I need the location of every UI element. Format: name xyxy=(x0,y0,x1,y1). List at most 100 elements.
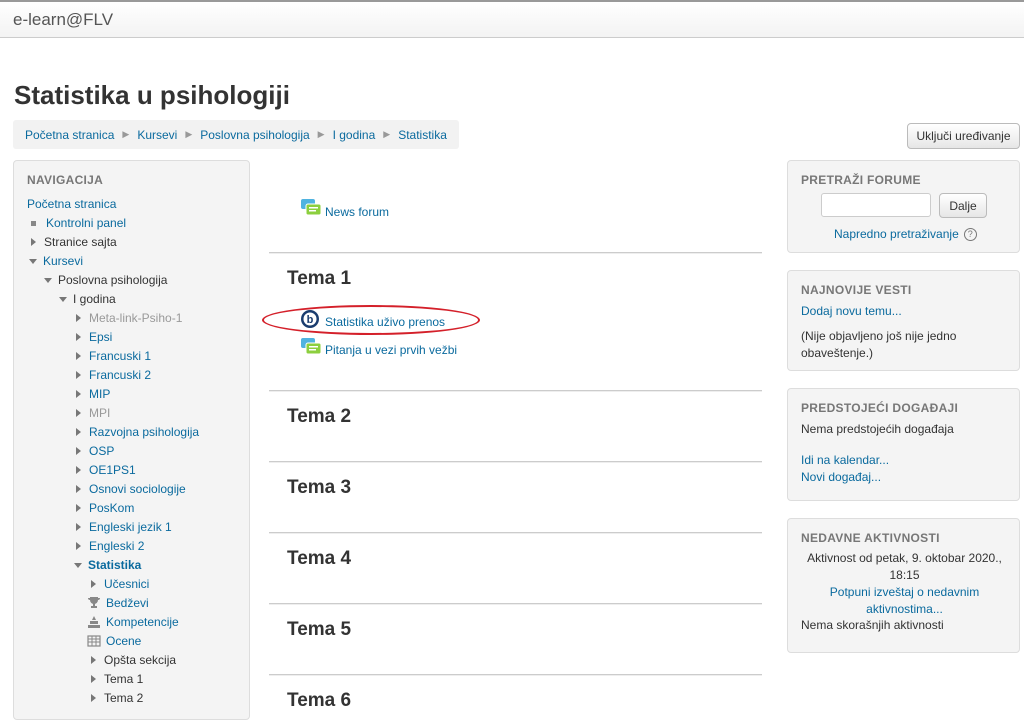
nav-course-item[interactable]: Meta-link-Psiho-1 xyxy=(76,310,182,326)
collapse-arrow-icon[interactable] xyxy=(44,277,52,283)
expand-arrow-icon[interactable] xyxy=(76,352,81,360)
help-icon[interactable]: ? xyxy=(963,228,977,242)
full-report-link[interactable]: aktivnostima... xyxy=(866,602,943,616)
nav-item-label[interactable]: I godina xyxy=(73,292,116,306)
nav-current-course[interactable]: Statistika xyxy=(74,557,141,573)
expand-arrow-icon[interactable] xyxy=(31,238,36,246)
nav-item-label[interactable]: Engleski jezik 1 xyxy=(89,520,172,534)
expand-arrow-icon[interactable] xyxy=(76,333,81,341)
nav-item-label[interactable]: Meta-link-Psiho-1 xyxy=(89,311,182,325)
nav-course-item[interactable]: Engleski 2 xyxy=(76,538,144,554)
nav-item-label[interactable]: MIP xyxy=(89,387,110,401)
nav-item-label[interactable]: Kontrolni panel xyxy=(46,216,126,230)
nav-course-item[interactable]: Osnovi sociologije xyxy=(76,481,186,497)
nav-participants[interactable]: Učesnici xyxy=(91,576,149,592)
nav-item-label[interactable]: Kursevi xyxy=(43,254,83,268)
nav-section-topic-2[interactable]: Tema 2 xyxy=(91,690,143,706)
collapse-arrow-icon[interactable] xyxy=(74,562,82,568)
page-title: Statistika u psihologiji xyxy=(14,80,290,110)
expand-arrow-icon[interactable] xyxy=(76,428,81,436)
expand-arrow-icon[interactable] xyxy=(76,485,81,493)
nav-course-item[interactable]: Razvojna psihologija xyxy=(76,424,199,440)
nav-course-item[interactable]: OE1PS1 xyxy=(76,462,136,478)
nav-course-item[interactable]: Francuski 2 xyxy=(76,367,151,383)
nav-section-topic-1[interactable]: Tema 1 xyxy=(91,671,143,687)
full-report-link[interactable]: Potpuni izveštaj o nedavnim xyxy=(830,585,979,599)
nav-course-item[interactable]: MIP xyxy=(76,386,110,402)
nav-item-label[interactable]: OE1PS1 xyxy=(89,463,136,477)
nav-item-label[interactable]: Francuski 1 xyxy=(89,349,151,363)
breadcrumb-year[interactable]: I godina xyxy=(333,128,376,142)
activity-forum-link[interactable]: Pitanja u vezi prvih vežbi xyxy=(325,343,457,357)
nav-item-label[interactable]: Engleski 2 xyxy=(89,539,144,553)
breadcrumb-course[interactable]: Statistika xyxy=(398,128,447,142)
new-event-link[interactable]: Novi događaj... xyxy=(801,469,881,486)
news-forum-link[interactable]: News forum xyxy=(325,205,389,219)
nav-item-label[interactable]: Kompetencije xyxy=(106,615,179,629)
nav-item-label[interactable]: Statistika xyxy=(88,558,141,572)
expand-arrow-icon[interactable] xyxy=(91,580,96,588)
expand-arrow-icon[interactable] xyxy=(76,314,81,322)
expand-arrow-icon[interactable] xyxy=(76,542,81,550)
expand-arrow-icon[interactable] xyxy=(76,523,81,531)
nav-item-label[interactable]: Osnovi sociologije xyxy=(89,482,186,496)
nav-category-business-psychology[interactable]: Poslovna psihologija xyxy=(44,272,167,288)
breadcrumb-category[interactable]: Poslovna psihologija xyxy=(200,128,309,142)
nav-course-item[interactable]: MPI xyxy=(76,405,110,421)
nav-course-item[interactable]: OSP xyxy=(76,443,114,459)
go-to-calendar-link[interactable]: Idi na kalendar... xyxy=(801,452,889,469)
no-news-text: (Nije objavljeno još nije jedno obavešte… xyxy=(801,328,956,362)
nav-course-item[interactable]: PosKom xyxy=(76,500,134,516)
search-go-button[interactable]: Dalje xyxy=(939,193,987,218)
nav-category-first-year[interactable]: I godina xyxy=(59,291,116,307)
nav-dashboard[interactable]: Kontrolni panel xyxy=(31,215,126,231)
nav-course-item[interactable]: Francuski 1 xyxy=(76,348,151,364)
nav-item-label[interactable]: PosKom xyxy=(89,501,134,515)
nav-item-label[interactable]: Ocene xyxy=(106,634,141,648)
nav-badges[interactable]: Bedževi xyxy=(87,595,149,611)
forum-search-input[interactable] xyxy=(821,193,931,217)
nav-item-label[interactable]: OSP xyxy=(89,444,114,458)
nav-section-general[interactable]: Opšta sekcija xyxy=(91,652,176,668)
nav-item-label[interactable]: Tema 2 xyxy=(104,691,143,705)
add-new-topic-link[interactable]: Dodaj novu temu... xyxy=(801,303,902,320)
nav-item-label[interactable]: Epsi xyxy=(89,330,112,344)
nav-course-item[interactable]: Engleski jezik 1 xyxy=(76,519,172,535)
latest-news-block: NAJNOVIJE VESTI Dodaj novu temu... (Nije… xyxy=(787,270,1020,371)
nav-item-label[interactable]: Poslovna psihologija xyxy=(58,273,167,287)
breadcrumb-home[interactable]: Početna stranica xyxy=(25,128,114,142)
nav-item-label[interactable]: Učesnici xyxy=(104,577,149,591)
nav-item-label[interactable]: Bedževi xyxy=(106,596,149,610)
nav-competencies[interactable]: Kompetencije xyxy=(87,614,179,630)
nav-grades[interactable]: Ocene xyxy=(87,633,141,649)
collapse-arrow-icon[interactable] xyxy=(29,258,37,264)
nav-item-label[interactable]: MPI xyxy=(89,406,110,420)
turn-editing-on-button[interactable]: Uključi uređivanje xyxy=(907,123,1020,149)
expand-arrow-icon[interactable] xyxy=(76,447,81,455)
nav-item-label[interactable]: Stranice sajta xyxy=(44,235,117,249)
advanced-search-link[interactable]: Napredno pretraživanje xyxy=(834,227,959,241)
no-news-line: (Nije objavljeno još nije jedno xyxy=(801,329,957,343)
section-divider xyxy=(269,252,762,253)
expand-arrow-icon[interactable] xyxy=(76,390,81,398)
expand-arrow-icon[interactable] xyxy=(76,409,81,417)
collapse-arrow-icon[interactable] xyxy=(59,296,67,302)
nav-item-label[interactable]: Početna stranica xyxy=(27,197,116,211)
expand-arrow-icon[interactable] xyxy=(91,694,96,702)
breadcrumb-courses[interactable]: Kursevi xyxy=(137,128,177,142)
nav-courses[interactable]: Kursevi xyxy=(29,253,83,269)
nav-site-pages[interactable]: Stranice sajta xyxy=(31,234,117,250)
activity-live-stream-link[interactable]: Statistika uživo prenos xyxy=(325,315,445,329)
expand-arrow-icon[interactable] xyxy=(91,656,96,664)
expand-arrow-icon[interactable] xyxy=(91,675,96,683)
nav-item-label[interactable]: Francuski 2 xyxy=(89,368,151,382)
expand-arrow-icon[interactable] xyxy=(76,371,81,379)
nav-item-label[interactable]: Razvojna psihologija xyxy=(89,425,199,439)
nav-item-label[interactable]: Tema 1 xyxy=(104,672,143,686)
expand-arrow-icon[interactable] xyxy=(76,466,81,474)
nav-course-item[interactable]: Epsi xyxy=(76,329,112,345)
site-brand[interactable]: e-learn@FLV xyxy=(13,10,113,30)
expand-arrow-icon[interactable] xyxy=(76,504,81,512)
nav-item-label[interactable]: Opšta sekcija xyxy=(104,653,176,667)
nav-home[interactable]: Početna stranica xyxy=(27,196,116,212)
